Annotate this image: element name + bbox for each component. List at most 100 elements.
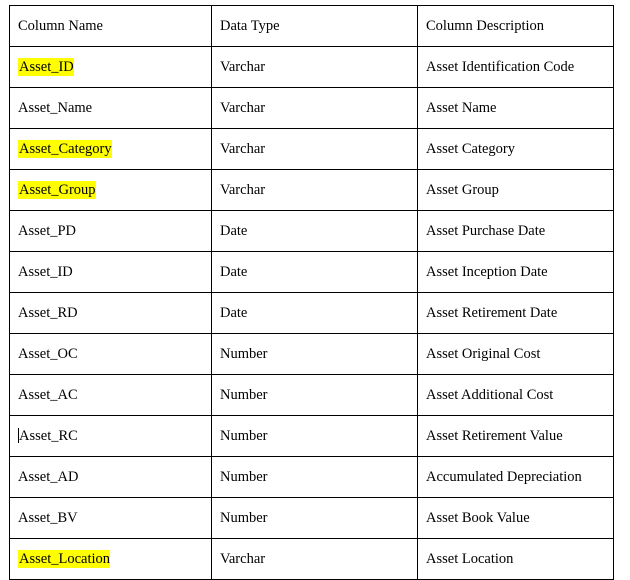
column-description-text: Asset Identification Code	[426, 58, 575, 75]
cell-data-type[interactable]: Number	[211, 415, 418, 457]
header-label: Data Type	[220, 17, 280, 34]
column-header-column-name: Column Name	[9, 5, 212, 47]
header-label: Column Description	[426, 17, 545, 34]
column-name-text: Asset_ID	[18, 263, 73, 280]
table-row: Asset_Name Varchar Asset Name	[9, 87, 614, 129]
column-name-text: Asset_RD	[18, 304, 78, 321]
cell-column-name[interactable]: Asset_Group	[9, 169, 212, 211]
column-description-text: Asset Category	[426, 140, 515, 157]
cell-column-name[interactable]: Asset_PD	[9, 210, 212, 252]
cell-data-type[interactable]: Varchar	[211, 169, 418, 211]
cell-column-name[interactable]: Asset_Category	[9, 128, 212, 170]
table-row: Asset_AC Number Asset Additional Cost	[9, 374, 614, 416]
cell-data-type[interactable]: Date	[211, 210, 418, 252]
cell-data-type[interactable]: Varchar	[211, 46, 418, 88]
column-name-text: Asset_AD	[18, 468, 79, 485]
table-row: Asset_AD Number Accumulated Depreciation	[9, 456, 614, 498]
cell-column-description[interactable]: Asset Original Cost	[417, 333, 614, 375]
data-type-text: Date	[220, 222, 248, 239]
data-type-text: Varchar	[220, 140, 266, 157]
cell-data-type[interactable]: Date	[211, 292, 418, 334]
cell-data-type[interactable]: Number	[211, 456, 418, 498]
data-type-text: Number	[220, 427, 268, 444]
data-type-text: Date	[220, 263, 248, 280]
data-type-text: Date	[220, 304, 248, 321]
table-header-row: Column Name Data Type Column Description	[9, 5, 614, 47]
column-description-text: Asset Original Cost	[426, 345, 541, 362]
column-description-text: Asset Retirement Value	[426, 427, 563, 444]
cell-column-name[interactable]: Asset_RD	[9, 292, 212, 334]
data-type-text: Number	[220, 386, 268, 403]
cell-column-name[interactable]: Asset_BV	[9, 497, 212, 539]
column-description-text: Asset Additional Cost	[426, 386, 554, 403]
data-type-text: Varchar	[220, 58, 266, 75]
table-row: Asset_ID Date Asset Inception Date	[9, 251, 614, 293]
cell-column-name[interactable]: Asset_RC	[9, 415, 212, 457]
cell-data-type[interactable]: Date	[211, 251, 418, 293]
table-row: Asset_OC Number Asset Original Cost	[9, 333, 614, 375]
data-dictionary-table: Column Name Data Type Column Description…	[9, 5, 614, 580]
cell-column-description[interactable]: Asset Purchase Date	[417, 210, 614, 252]
cell-column-description[interactable]: Asset Retirement Value	[417, 415, 614, 457]
data-type-text: Number	[220, 468, 268, 485]
cell-column-description[interactable]: Asset Identification Code	[417, 46, 614, 88]
column-name-text: Asset_Name	[18, 99, 93, 116]
header-label: Column Name	[18, 17, 103, 34]
data-type-text: Number	[220, 509, 268, 526]
column-description-text: Asset Inception Date	[426, 263, 548, 280]
cell-column-description[interactable]: Asset Name	[417, 87, 614, 129]
column-name-text: Asset_RC	[19, 427, 78, 444]
table-row: Asset_RD Date Asset Retirement Date	[9, 292, 614, 334]
cell-column-name[interactable]: Asset_ID	[9, 251, 212, 293]
column-header-data-type: Data Type	[211, 5, 418, 47]
cell-column-description[interactable]: Asset Category	[417, 128, 614, 170]
cell-column-name[interactable]: Asset_Location	[9, 538, 212, 580]
cell-column-description[interactable]: Asset Book Value	[417, 497, 614, 539]
data-type-text: Varchar	[220, 550, 266, 567]
cell-column-name[interactable]: Asset_AD	[9, 456, 212, 498]
cell-data-type[interactable]: Number	[211, 374, 418, 416]
data-type-text: Varchar	[220, 181, 266, 198]
column-name-text: Asset_PD	[18, 222, 77, 239]
data-type-text: Varchar	[220, 99, 266, 116]
cell-column-description[interactable]: Asset Retirement Date	[417, 292, 614, 334]
column-description-text: Asset Book Value	[426, 509, 530, 526]
cell-column-description[interactable]: Asset Additional Cost	[417, 374, 614, 416]
cell-column-name[interactable]: Asset_OC	[9, 333, 212, 375]
column-description-text: Asset Retirement Date	[426, 304, 558, 321]
data-type-text: Number	[220, 345, 268, 362]
table-row: Asset_PD Date Asset Purchase Date	[9, 210, 614, 252]
cell-data-type[interactable]: Varchar	[211, 538, 418, 580]
table-row: Asset_Group Varchar Asset Group	[9, 169, 614, 211]
column-name-text: Asset_BV	[18, 509, 78, 526]
cell-data-type[interactable]: Number	[211, 333, 418, 375]
highlighted-column-name: Asset_Location	[18, 549, 111, 568]
cell-column-description[interactable]: Asset Inception Date	[417, 251, 614, 293]
table-body: Asset_ID Varchar Asset Identification Code…	[9, 46, 614, 580]
column-header-column-description: Column Description	[417, 5, 614, 47]
cell-column-description[interactable]: Accumulated Depreciation	[417, 456, 614, 498]
cell-column-name[interactable]: Asset_ID	[9, 46, 212, 88]
table-row: Asset_RC Number Asset Retirement Value	[9, 415, 614, 457]
highlighted-column-name: Asset_Category	[18, 139, 112, 158]
table-row: Asset_BV Number Asset Book Value	[9, 497, 614, 539]
table-row: Asset_Category Varchar Asset Category	[9, 128, 614, 170]
column-description-text: Asset Purchase Date	[426, 222, 546, 239]
cell-data-type[interactable]: Varchar	[211, 128, 418, 170]
cell-data-type[interactable]: Number	[211, 497, 418, 539]
highlighted-column-name: Asset_Group	[18, 180, 96, 199]
cell-data-type[interactable]: Varchar	[211, 87, 418, 129]
column-description-text: Asset Name	[426, 99, 497, 116]
highlighted-column-name: Asset_ID	[18, 57, 74, 76]
column-name-text: Asset_OC	[18, 345, 78, 362]
column-description-text: Asset Location	[426, 550, 514, 567]
table-row: Asset_ID Varchar Asset Identification Code	[9, 46, 614, 88]
table-row: Asset_Location Varchar Asset Location	[9, 538, 614, 580]
cell-column-name[interactable]: Asset_AC	[9, 374, 212, 416]
cell-column-name[interactable]: Asset_Name	[9, 87, 212, 129]
cell-column-description[interactable]: Asset Location	[417, 538, 614, 580]
column-description-text: Accumulated Depreciation	[426, 468, 582, 485]
cell-column-description[interactable]: Asset Group	[417, 169, 614, 211]
column-name-text: Asset_AC	[18, 386, 78, 403]
column-description-text: Asset Group	[426, 181, 499, 198]
